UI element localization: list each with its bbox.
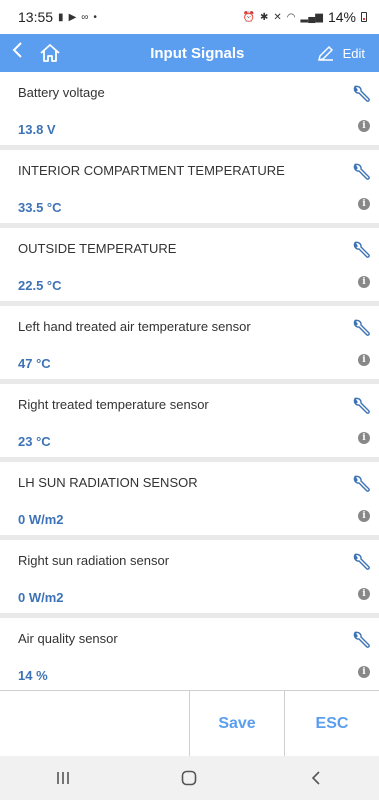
status-left: 13:55 ▮ ▶ ∞ • — [18, 9, 97, 25]
back-nav-icon — [311, 771, 320, 785]
status-time: 13:55 — [18, 9, 54, 25]
home-button[interactable] — [36, 41, 64, 65]
recents-button[interactable] — [33, 763, 93, 793]
signal-label: Battery voltage — [18, 85, 105, 100]
battery-icon — [361, 12, 367, 22]
signal-label: OUTSIDE TEMPERATURE — [18, 241, 177, 256]
signal-value: 13.8 V — [18, 122, 56, 137]
signal-value: 33.5 °C — [18, 200, 62, 215]
wrench-icon[interactable] — [351, 630, 371, 650]
more-notifications-icon: • — [93, 11, 97, 23]
app-bar: Input Signals Edit — [0, 34, 379, 72]
alarm-icon: ⏰ — [242, 11, 255, 23]
list-item: Battery voltage 13.8 V i — [0, 72, 379, 145]
info-icon[interactable]: i — [358, 432, 370, 444]
system-nav-bar — [0, 756, 379, 800]
notification-icon: ▮ — [58, 11, 64, 23]
list-item: INTERIOR COMPARTMENT TEMPERATURE 33.5 °C… — [0, 150, 379, 223]
status-right: ⏰ ✱ ✕ ◠ ▂▄▆ 14% — [243, 9, 367, 25]
edit-icon — [317, 45, 333, 62]
signal-value: 0 W/m2 — [18, 590, 64, 605]
signal-value: 22.5 °C — [18, 278, 62, 293]
info-icon[interactable]: i — [358, 354, 370, 366]
bluetooth-icon: ✱ — [259, 11, 269, 23]
info-icon[interactable]: i — [358, 120, 370, 132]
info-icon[interactable]: i — [358, 666, 370, 678]
signal-value: 47 °C — [18, 356, 51, 371]
signal-value: 23 °C — [18, 434, 51, 449]
battery-percentage: 14% — [327, 9, 356, 25]
info-icon[interactable]: i — [358, 510, 370, 522]
wrench-icon[interactable] — [351, 552, 371, 572]
list-item: OUTSIDE TEMPERATURE 22.5 °C i — [0, 228, 379, 301]
home-icon — [40, 44, 60, 62]
wrench-icon[interactable] — [351, 396, 371, 416]
youtube-icon: ▶ — [68, 11, 77, 23]
back-nav-button[interactable] — [286, 763, 346, 793]
home-nav-button[interactable] — [159, 763, 219, 793]
save-button[interactable]: Save — [190, 691, 284, 756]
list-item: LH SUN RADIATION SENSOR 0 W/m2 i — [0, 462, 379, 535]
list-item: Air quality sensor 14 % i — [0, 618, 379, 691]
voicemail-icon: ∞ — [81, 11, 89, 23]
back-icon — [12, 42, 22, 58]
home-nav-icon — [182, 770, 197, 786]
list-item: Right treated temperature sensor 23 °C i — [0, 384, 379, 457]
signal-icon: ▂▄▆ — [300, 11, 323, 23]
wrench-icon[interactable] — [351, 84, 371, 104]
mute-icon: ✕ — [273, 11, 282, 23]
wifi-icon: ◠ — [286, 11, 296, 23]
signal-list: Battery voltage 13.8 V i INTERIOR COMPAR… — [0, 72, 379, 696]
signal-label: INTERIOR COMPARTMENT TEMPERATURE — [18, 163, 285, 178]
signal-value: 0 W/m2 — [18, 512, 64, 527]
list-item: Right sun radiation sensor 0 W/m2 i — [0, 540, 379, 613]
status-bar: 13:55 ▮ ▶ ∞ • ⏰ ✱ ✕ ◠ ▂▄▆ 14% — [0, 0, 379, 34]
edit-label: Edit — [342, 45, 365, 61]
signal-value: 14 % — [18, 668, 48, 683]
esc-button[interactable]: ESC — [284, 691, 379, 756]
wrench-icon[interactable] — [351, 162, 371, 182]
signal-label: Right treated temperature sensor — [18, 397, 209, 412]
page-title: Input Signals — [150, 44, 245, 62]
list-item: Left hand treated air temperature sensor… — [0, 306, 379, 379]
wrench-icon[interactable] — [351, 474, 371, 494]
info-icon[interactable]: i — [358, 276, 370, 288]
signal-label: LH SUN RADIATION SENSOR — [18, 475, 198, 490]
wrench-icon[interactable] — [351, 240, 371, 260]
action-bar-spacer — [0, 691, 190, 756]
signal-label: Right sun radiation sensor — [18, 553, 170, 568]
signal-label: Left hand treated air temperature sensor — [18, 319, 251, 334]
wrench-icon[interactable] — [351, 318, 371, 338]
info-icon[interactable]: i — [358, 588, 370, 600]
info-icon[interactable]: i — [358, 198, 370, 210]
signal-label: Air quality sensor — [18, 631, 118, 646]
recents-icon — [57, 772, 69, 784]
back-button[interactable] — [0, 41, 36, 65]
edit-button[interactable]: Edit — [317, 44, 379, 62]
action-bar: Save ESC — [0, 690, 379, 756]
